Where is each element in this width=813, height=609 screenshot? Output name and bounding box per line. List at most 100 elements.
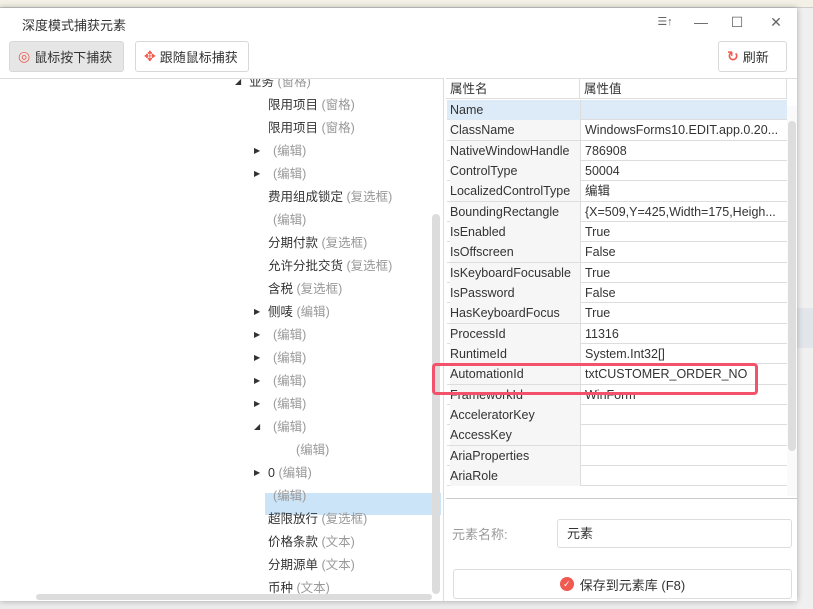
tree-item-label: 含税 [268,282,294,296]
property-name: IsOffscreen [450,242,580,263]
tree-item[interactable]: 超限放行 (复选框) [268,508,367,530]
tree-item[interactable]: 费用组成锁定 (复选框) [268,186,392,208]
property-row[interactable]: AriaProperties [447,445,787,466]
tree-item[interactable]: (编辑) [273,324,306,346]
tree-item[interactable]: (编辑) [273,347,306,369]
tree-item[interactable]: 侧唛 (编辑) [268,301,330,323]
property-row[interactable]: HasKeyboardFocus True [447,303,787,324]
minimize-button[interactable]: — [689,10,713,34]
scrollbar-thumb[interactable] [788,121,796,451]
follow-mouse-capture-button[interactable]: ✥ 跟随鼠标捕获 [135,41,249,72]
mouse-down-capture-label: 鼠标按下捕获 [34,50,113,65]
collapsed-arrow-icon[interactable]: ▶ [254,353,260,362]
property-row[interactable]: ProcessId 11316 [447,323,787,344]
column-separator [580,465,581,486]
refresh-button[interactable]: ↻ 刷新 [718,41,787,72]
capture-dialog: 深度模式捕获元素 ☰↑ — ☐ ✕ ◎ 鼠标按下捕获 ✥ 跟随鼠标捕获 ↻ 刷新… [0,8,797,601]
tree-item-type: (编辑) [273,397,307,411]
property-row[interactable]: Name [447,100,787,121]
property-row[interactable]: IsPassword False [447,282,787,304]
property-value: True [585,306,611,321]
tree-vertical-scrollbar[interactable] [432,214,440,594]
tree-item[interactable]: (编辑) [273,485,306,507]
background-app-right [797,8,813,609]
property-name: IsKeyboardFocusable [450,262,580,283]
column-separator [580,120,581,140]
property-row[interactable]: IsKeyboardFocusable True [447,262,787,283]
tree-item-label: 限用项目 [268,98,319,112]
mouse-down-capture-button[interactable]: ◎ 鼠标按下捕获 [9,41,124,72]
tree-item-type: (编辑) [296,443,330,457]
tree-item-type: (文本) [321,535,355,549]
tree-item-type: (编辑) [278,466,312,480]
collapsed-arrow-icon[interactable]: ▶ [254,330,260,339]
element-name-label: 元素名称: [452,527,508,542]
property-row[interactable]: BoundingRectangle {X=509,Y=425,Width=175,… [447,201,787,222]
tree-item[interactable]: 限用项目 (窗格) [268,94,355,116]
tree-item-label: 币种 [268,581,294,595]
collapsed-arrow-icon[interactable]: ▶ [254,468,260,477]
property-row[interactable]: ControlType 50004 [447,160,787,182]
property-row[interactable]: NativeWindowHandle 786908 [447,140,787,161]
property-name: AriaProperties [450,445,580,466]
maximize-button[interactable]: ☐ [725,10,749,34]
property-value: True [585,224,611,239]
column-separator [580,343,581,364]
property-row[interactable]: IsEnabled True [447,221,787,243]
tree-item[interactable]: 业务 (窗格) [249,78,311,93]
tree-item-type: (窗格) [277,78,311,89]
tree-item-type: (窗格) [321,121,355,135]
expanded-arrow-icon[interactable]: ◢ [235,79,241,86]
property-value: 50004 [585,163,620,178]
refresh-label: 刷新 [742,50,769,65]
collapsed-arrow-icon[interactable]: ▶ [254,307,260,316]
tree-item[interactable]: (编辑) [273,370,306,392]
tree-item[interactable]: 限用项目 (窗格) [268,117,355,139]
property-name: Name [450,100,580,120]
pin-top-icon[interactable]: ☰↑ [653,10,677,34]
header-property-name[interactable]: 属性名 [446,79,580,99]
tree-item[interactable]: 0 (编辑) [268,462,312,484]
expanded-arrow-icon[interactable]: ◢ [254,422,260,431]
save-to-library-button[interactable]: ✓ 保存到元素库 (F8) [453,569,792,599]
property-row[interactable]: RuntimeId System.Int32[] [447,343,787,365]
tree-item[interactable]: (编辑) [273,393,306,415]
property-row[interactable]: LocalizedControlType 编辑 [447,181,787,202]
tree-item[interactable]: 价格条款 (文本) [268,531,355,553]
property-row[interactable]: ClassName WindowsForms10.EDIT.app.0.20... [447,120,787,141]
column-separator [580,404,581,425]
element-tree[interactable]: ◢ 业务 (窗格) 限用项目 (窗格) 限用项目 (窗格) ▶ (编辑) ▶ (编辑) 费用组成… [0,78,444,601]
property-scrollbar[interactable] [787,106,797,496]
tree-item[interactable]: 分期付款 (复选框) [268,232,367,254]
tree-item[interactable]: (编辑) [273,163,306,185]
tree-item[interactable]: 允许分批交货 (复选框) [268,255,392,277]
tree-item-label: 侧唛 [268,305,294,319]
tree-item-type: (编辑) [273,374,307,388]
tree-item[interactable]: 分期源单 (文本) [268,554,355,576]
element-name-input[interactable]: 元素 [557,519,792,548]
column-separator [580,282,581,303]
tree-item[interactable]: (编辑) [273,140,306,162]
collapsed-arrow-icon[interactable]: ▶ [254,376,260,385]
tree-horizontal-scrollbar[interactable] [36,594,432,600]
tree-item-label: 允许分批交货 [268,259,344,273]
follow-mouse-capture-label: 跟随鼠标捕获 [159,50,238,65]
header-property-value[interactable]: 属性值 [580,79,787,99]
tree-item[interactable]: (编辑) [296,439,329,461]
property-row[interactable]: AriaRole [447,465,787,487]
close-button[interactable]: ✕ [764,10,788,34]
property-name: LocalizedControlType [450,181,580,202]
column-separator [580,425,581,445]
tree-item[interactable]: (编辑) [273,416,306,438]
property-row[interactable]: AcceleratorKey [447,404,787,426]
collapsed-arrow-icon[interactable]: ▶ [254,146,260,155]
property-row[interactable]: AccessKey [447,425,787,446]
automation-id-highlight [432,363,758,395]
tree-item[interactable]: 含税 (复选框) [268,278,342,300]
property-row[interactable]: IsOffscreen False [447,242,787,263]
tree-item[interactable]: (编辑) [273,209,306,231]
window-title: 深度模式捕获元素 [22,18,127,33]
property-value: {X=509,Y=425,Width=175,Heigh... [585,204,776,219]
collapsed-arrow-icon[interactable]: ▶ [254,399,260,408]
collapsed-arrow-icon[interactable]: ▶ [254,169,260,178]
